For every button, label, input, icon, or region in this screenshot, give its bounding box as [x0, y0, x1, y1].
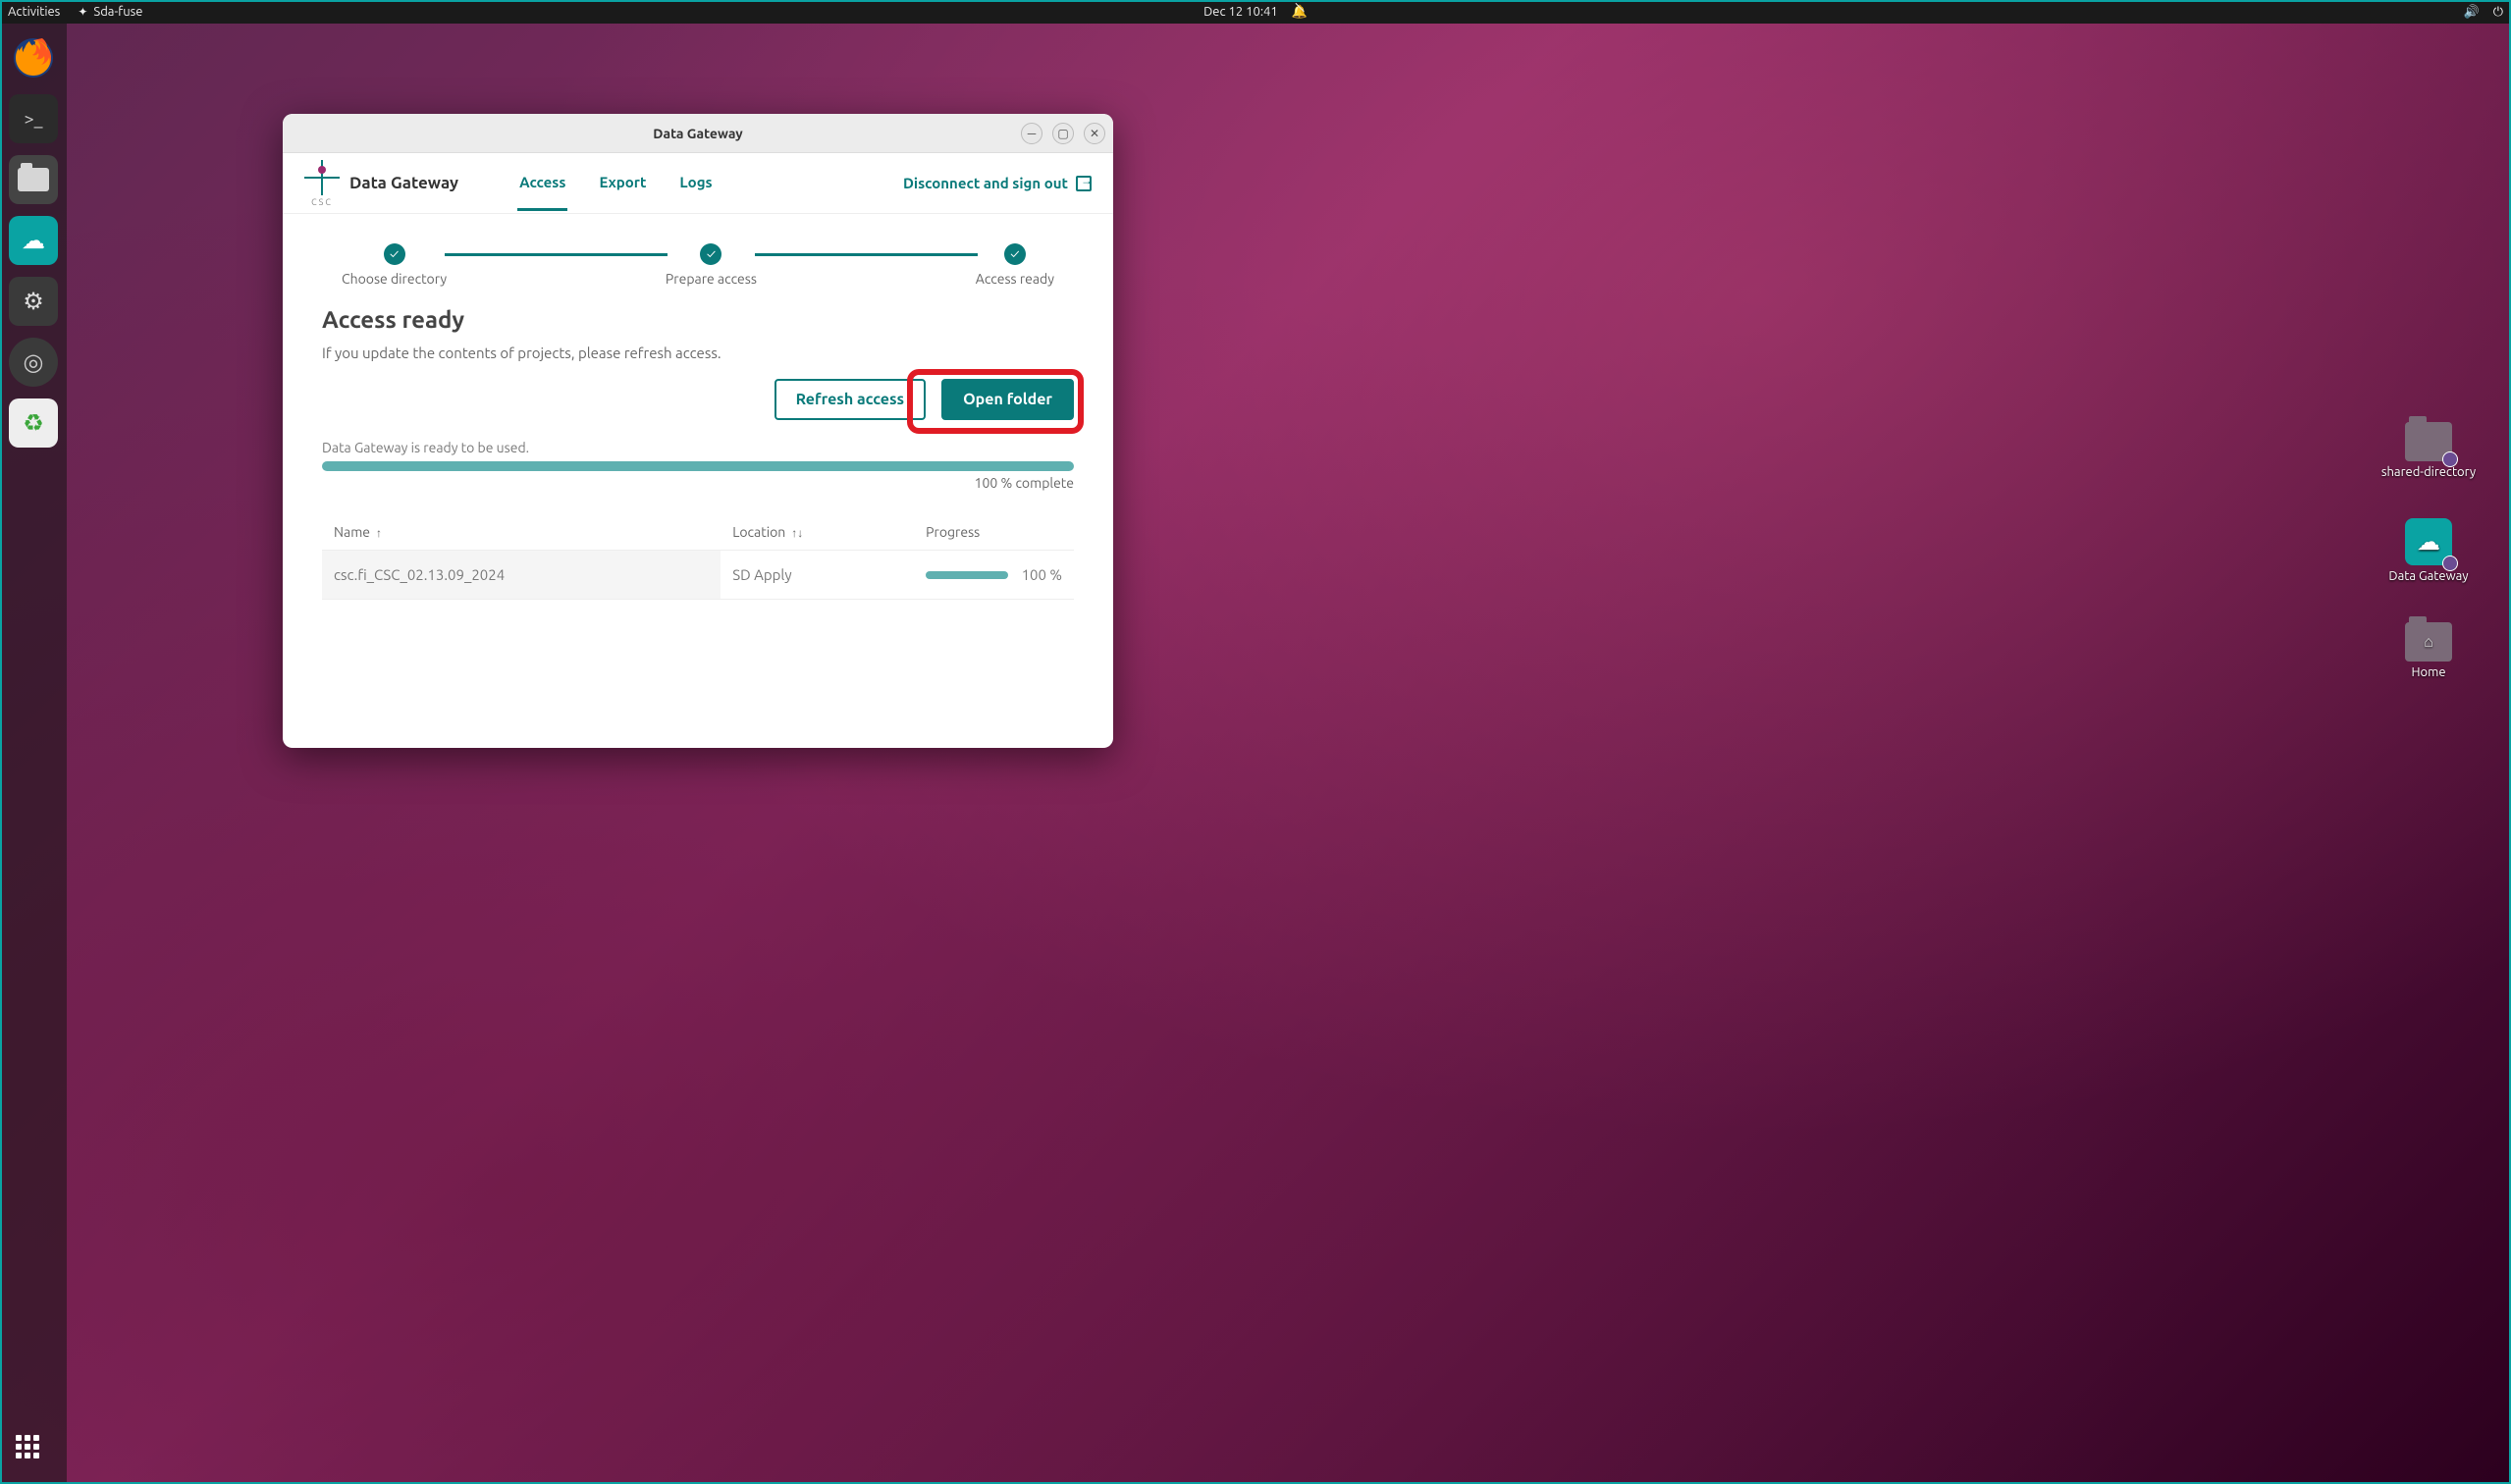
- csc-text: CSC: [311, 197, 333, 207]
- window-titlebar[interactable]: Data Gateway ─ ▢ ✕: [283, 114, 1113, 153]
- action-buttons: Refresh access Open folder: [322, 379, 1074, 420]
- dock-firefox[interactable]: [9, 33, 58, 82]
- tab-logs[interactable]: Logs: [677, 156, 714, 211]
- signout-label: Disconnect and sign out: [903, 175, 1068, 191]
- check-icon: ✓: [700, 243, 721, 265]
- col-progress-header: Progress: [914, 514, 1074, 551]
- folder-icon: [2405, 422, 2452, 461]
- signout-icon: [1076, 176, 1092, 191]
- sort-icon: ↑↓: [791, 527, 803, 540]
- status-text: Data Gateway is ready to be used.: [322, 440, 1074, 455]
- cloud-icon: ☁: [2405, 518, 2452, 565]
- cell-location: SD Apply: [721, 551, 914, 600]
- cell-name: csc.fi_CSC_02.13.09_2024: [322, 551, 721, 600]
- desktop-icon-home[interactable]: ⌂ Home: [2370, 622, 2487, 679]
- power-icon[interactable]: ⏻: [2493, 5, 2503, 20]
- cell-progress: 100 %: [914, 551, 1074, 600]
- show-applications-button[interactable]: [16, 1435, 51, 1470]
- notifications-muted-icon[interactable]: 🔔: [1292, 5, 1308, 20]
- activities-button[interactable]: Activities: [8, 5, 60, 19]
- dock-settings[interactable]: ⚙: [9, 277, 58, 326]
- window-minimize-button[interactable]: ─: [1021, 123, 1042, 144]
- active-app-name: Sda-fuse: [93, 5, 142, 19]
- progress-percent-label: 100 % complete: [322, 475, 1074, 491]
- window-close-button[interactable]: ✕: [1084, 123, 1105, 144]
- check-icon: ✓: [384, 243, 405, 265]
- desktop-icon-label: Home: [2411, 665, 2445, 679]
- desktop-icons: shared-directory ☁ Data Gateway ⌂ Home: [2370, 422, 2487, 679]
- gnome-top-bar: Activities ✦ Sda-fuse Dec 12 10:41 🔔 🔊 ⏻: [0, 0, 2511, 24]
- page-subtext: If you update the contents of projects, …: [322, 344, 1074, 361]
- app-icon: ✦: [78, 5, 87, 19]
- step-prepare-access: ✓ Prepare access: [666, 243, 757, 287]
- tab-export[interactable]: Export: [597, 156, 648, 211]
- stepper-line: [755, 253, 978, 256]
- dock-files[interactable]: [9, 155, 58, 204]
- desktop-icon-shared-directory[interactable]: shared-directory: [2370, 422, 2487, 479]
- step-access-ready: ✓ Access ready: [976, 243, 1054, 287]
- stepper: ✓ Choose directory ✓ Prepare access ✓ Ac…: [342, 243, 1054, 287]
- dock-trash[interactable]: ♻: [9, 398, 58, 448]
- step-label: Choose directory: [342, 271, 447, 287]
- table-row[interactable]: csc.fi_CSC_02.13.09_2024 SD Apply 100 %: [322, 551, 1074, 600]
- tab-access[interactable]: Access: [517, 156, 567, 211]
- nav-tabs: Access Export Logs: [517, 156, 715, 211]
- overall-progress-bar: [322, 461, 1074, 471]
- ubuntu-dock: >_ ☁ ⚙ ◎ ♻: [0, 24, 67, 1484]
- progress-fill: [322, 461, 1074, 471]
- active-app-menu[interactable]: ✦ Sda-fuse: [78, 5, 142, 19]
- row-progress-label: 100 %: [1022, 566, 1062, 583]
- col-name-header[interactable]: Name↑: [322, 514, 721, 551]
- step-label: Prepare access: [666, 271, 757, 287]
- refresh-access-button[interactable]: Refresh access: [775, 379, 926, 420]
- window-title: Data Gateway: [653, 126, 742, 141]
- sort-up-icon: ↑: [376, 527, 382, 540]
- clock[interactable]: Dec 12 10:41: [1203, 5, 1278, 19]
- desktop-icon-label: Data Gateway: [2388, 569, 2468, 583]
- projects-table: Name↑ Location↑↓ Progress csc.fi_CSC_02.…: [322, 514, 1074, 600]
- home-folder-icon: ⌂: [2405, 622, 2452, 662]
- dock-data-gateway[interactable]: ☁: [9, 216, 58, 265]
- disconnect-signout-link[interactable]: Disconnect and sign out: [903, 175, 1092, 191]
- row-progress-bar: [926, 571, 1007, 579]
- app-logo: CSC Data Gateway: [304, 160, 458, 207]
- page-heading: Access ready: [322, 306, 1074, 333]
- stepper-line: [445, 253, 668, 256]
- volume-icon[interactable]: 🔊: [2464, 5, 2480, 20]
- app-title: Data Gateway: [349, 174, 458, 192]
- window-maximize-button[interactable]: ▢: [1052, 123, 1074, 144]
- content-area: ✓ Choose directory ✓ Prepare access ✓ Ac…: [283, 214, 1113, 629]
- open-folder-button[interactable]: Open folder: [941, 379, 1074, 420]
- step-choose-directory: ✓ Choose directory: [342, 243, 447, 287]
- desktop-icon-data-gateway[interactable]: ☁ Data Gateway: [2370, 518, 2487, 583]
- col-location-header[interactable]: Location↑↓: [721, 514, 914, 551]
- app-header: CSC Data Gateway Access Export Logs Disc…: [283, 153, 1113, 214]
- dock-disks[interactable]: ◎: [9, 338, 58, 387]
- desktop-icon-label: shared-directory: [2381, 465, 2476, 479]
- csc-logo-icon: [304, 160, 340, 195]
- data-gateway-window: Data Gateway ─ ▢ ✕ CSC Data Gateway Acce…: [283, 114, 1113, 748]
- check-icon: ✓: [1004, 243, 1026, 265]
- step-label: Access ready: [976, 271, 1054, 287]
- dock-terminal[interactable]: >_: [9, 94, 58, 143]
